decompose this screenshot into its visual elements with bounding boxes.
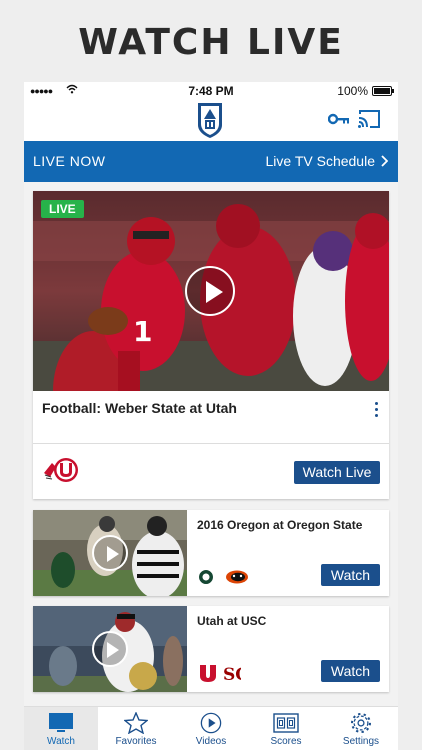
- featured-game-image[interactable]: 1 LIVE: [33, 191, 389, 391]
- svg-text:SC: SC: [223, 665, 241, 683]
- tv-icon: [49, 713, 73, 732]
- phone-screen: ●●●●● 7:48 PM 100% LIVE NOW Live TV Sche…: [24, 82, 398, 750]
- tab-favorites[interactable]: Favorites: [99, 707, 173, 750]
- game-card[interactable]: 2016 Oregon at Oregon State Watch: [33, 510, 389, 596]
- utah-usc-logos: SC: [200, 665, 241, 683]
- watch-button[interactable]: Watch: [321, 564, 380, 586]
- tab-watch[interactable]: Watch: [24, 707, 98, 750]
- key-icon[interactable]: [328, 112, 350, 126]
- battery-percent: 100%: [337, 84, 368, 98]
- app-header: [24, 100, 398, 141]
- game-title: 2016 Oregon at Oregon State: [197, 518, 363, 532]
- game-thumbnail[interactable]: [33, 510, 187, 596]
- watch-live-button[interactable]: Watch Live: [294, 461, 380, 484]
- tab-label: Settings: [342, 736, 380, 747]
- status-bar: ●●●●● 7:48 PM 100%: [24, 82, 398, 100]
- oregon-teams-logos: [199, 570, 248, 584]
- battery-icon: [372, 86, 394, 96]
- tab-label: Scores: [270, 736, 302, 747]
- game-card[interactable]: Utah at USC SC Watch: [33, 606, 389, 692]
- utah-logo-icon: [44, 458, 78, 482]
- game-title: Utah at USC: [197, 614, 267, 628]
- live-now-bar: LIVE NOW Live TV Schedule: [24, 141, 398, 182]
- gear-icon: [351, 713, 371, 733]
- tab-bar: Watch Favorites Videos Scores Settings: [24, 706, 398, 750]
- live-tv-schedule-label: Live TV Schedule: [265, 153, 375, 169]
- watch-button[interactable]: Watch: [321, 660, 380, 682]
- tab-label: Watch: [47, 736, 75, 747]
- game-thumbnail[interactable]: [33, 606, 187, 692]
- tab-scores[interactable]: Scores: [249, 707, 323, 750]
- promo-title: WATCH LIVE: [78, 22, 344, 63]
- tab-settings[interactable]: Settings: [324, 707, 398, 750]
- live-badge: LIVE: [41, 200, 84, 218]
- play-circle-icon: [200, 712, 222, 734]
- scoreboard-icon: [273, 713, 299, 733]
- tab-videos[interactable]: Videos: [174, 707, 248, 750]
- play-icon[interactable]: [185, 266, 235, 316]
- tab-label: Favorites: [115, 736, 157, 747]
- pac12-logo-icon: [198, 103, 222, 138]
- more-options-icon[interactable]: [375, 402, 379, 420]
- chevron-right-icon: [381, 155, 388, 167]
- divider: [33, 443, 389, 444]
- star-icon: [124, 712, 148, 734]
- tab-label: Videos: [195, 736, 227, 747]
- svg-text:1: 1: [133, 315, 152, 348]
- live-tv-schedule-link[interactable]: Live TV Schedule: [266, 153, 388, 169]
- cast-icon[interactable]: [357, 109, 381, 129]
- featured-game-title: Football: Weber State at Utah: [42, 400, 237, 416]
- play-icon[interactable]: [92, 631, 128, 667]
- play-icon[interactable]: [92, 535, 128, 571]
- featured-game-card[interactable]: 1 LIVE Football: Weber State at Utah Wat…: [33, 191, 389, 499]
- live-now-label: LIVE NOW: [33, 153, 106, 169]
